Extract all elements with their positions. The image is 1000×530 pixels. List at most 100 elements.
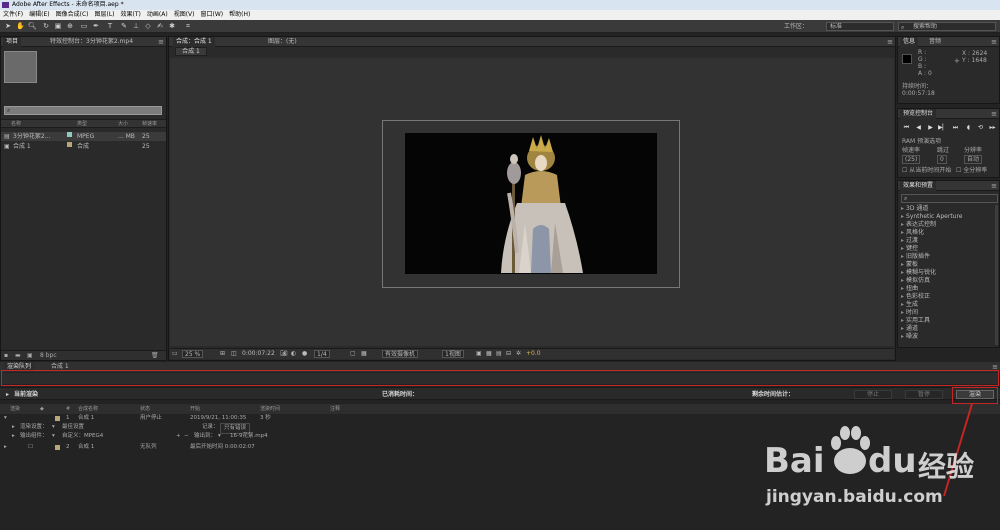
effect-category[interactable]: ▸ 模拟仿真 — [901, 277, 930, 285]
effect-category[interactable]: ▸ 实用工具 — [901, 317, 930, 325]
text-tool-icon[interactable]: T — [106, 22, 114, 30]
effect-category[interactable]: ▸ 模糊与锐化 — [901, 269, 936, 277]
view-layout-select[interactable]: 1视图 — [442, 350, 464, 358]
menu-edit[interactable]: 编辑(E) — [26, 10, 52, 20]
exposure-value[interactable]: +0.0 — [526, 350, 541, 358]
last-frame-icon[interactable]: ⏭ — [951, 124, 960, 132]
transparency-grid-icon[interactable]: ▦ — [361, 350, 367, 358]
timecode-display[interactable]: 0:00:07:22 — [242, 350, 275, 358]
project-search-input[interactable]: ⌕ — [4, 106, 162, 115]
menu-window[interactable]: 窗口(W) — [197, 10, 226, 20]
col-started[interactable]: 开始 — [190, 404, 200, 414]
dropdown-arrow-icon[interactable]: ▾ — [52, 423, 55, 432]
new-folder-icon[interactable]: ▬ — [15, 351, 21, 360]
new-comp-icon[interactable]: ▣ — [27, 351, 33, 360]
effect-category[interactable]: ▸ 表达式控制 — [901, 221, 936, 229]
effects-search-input[interactable]: ⌕ — [901, 194, 998, 203]
pause-button[interactable]: 暂停 — [905, 390, 943, 399]
effect-category[interactable]: ▸ 风格化 — [901, 229, 924, 237]
menu-effect[interactable]: 效果(T) — [118, 10, 144, 20]
bpc-label[interactable]: 8 bpc — [40, 351, 57, 360]
expand-triangle-icon[interactable]: ▸ — [6, 388, 9, 401]
ram-preview-options[interactable]: RAM 预演选项 — [902, 138, 941, 145]
effect-category[interactable]: ▸ 蒙板 — [901, 261, 918, 269]
skip-field[interactable]: 0 — [937, 155, 947, 164]
effect-category[interactable]: ▸ 生成 — [901, 301, 918, 309]
trash-icon[interactable]: 🗑︎ — [151, 351, 159, 360]
expand-triangle-icon[interactable]: ▸ — [12, 432, 15, 441]
col-comment[interactable]: 注释 — [330, 404, 340, 414]
effect-category[interactable]: ▸ 噪波 — [901, 333, 918, 341]
timeline-icon[interactable]: ▤ — [496, 350, 502, 358]
hand-tool-icon[interactable]: ✋ — [16, 22, 25, 30]
tab-info[interactable]: 信息 — [900, 37, 919, 47]
output-to-file[interactable]: 16-9花絮.mp4 — [230, 432, 268, 441]
puppet-tool-icon[interactable]: ✱ — [168, 22, 176, 30]
dropdown-arrow-icon[interactable]: ▾ — [52, 432, 55, 441]
menu-view[interactable]: 视图(V) — [171, 10, 198, 20]
composition-viewer[interactable] — [170, 58, 894, 346]
tab-project[interactable]: 项目 — [3, 37, 22, 47]
remove-output-icon[interactable]: − — [184, 432, 189, 441]
menu-layer[interactable]: 图层(L) — [92, 10, 118, 20]
col-type[interactable]: 类型 — [77, 120, 87, 128]
tab-composition[interactable]: 合成：合成 1 — [173, 37, 215, 47]
region-of-interest-icon[interactable]: ▢ — [350, 350, 356, 358]
menu-file[interactable]: 文件(F) — [0, 10, 26, 20]
zoom-select[interactable]: 25 % — [182, 350, 204, 358]
rotate-tool-icon[interactable]: ↻ — [42, 22, 50, 30]
color-channel-icon[interactable]: ● — [302, 350, 307, 358]
from-current-checkbox[interactable]: ☐ 从当前时间开始 — [902, 167, 951, 174]
col-render[interactable]: 渲染 — [10, 404, 20, 414]
render-item-1[interactable]: ▾ 1 合成 1 用户停止 2019/9/21, 11:00:35 3 秒 — [0, 414, 1000, 423]
col-comp-name[interactable]: 合成名称 — [78, 404, 98, 414]
toggle-pixel-aspect-icon[interactable]: ▣ — [476, 350, 482, 358]
eraser-tool-icon[interactable]: ◇ — [144, 22, 152, 30]
col-fps[interactable]: 帧速率 — [142, 120, 157, 128]
panel-menu-icon[interactable]: ≡ — [991, 109, 997, 119]
col-size[interactable]: 大小 — [118, 120, 128, 128]
render-settings-select[interactable]: 最佳设置 — [62, 423, 84, 432]
effect-category[interactable]: ▸ 色彩校正 — [901, 293, 930, 301]
comp-flowchart-icon[interactable]: ⊟ — [506, 350, 511, 358]
expand-triangle-icon[interactable]: ▸ — [4, 443, 7, 452]
panel-menu-icon[interactable]: ≡ — [991, 37, 997, 47]
effect-category[interactable]: ▸ 3D 通道 — [901, 205, 928, 213]
panel-menu-icon[interactable]: ≡ — [991, 181, 997, 191]
resolution-select[interactable]: 1/4 — [314, 350, 330, 358]
audio-icon[interactable]: ◖ — [964, 124, 973, 132]
camera-select[interactable]: 有效摄像机 — [382, 350, 419, 358]
col-name[interactable]: 名称 — [11, 120, 21, 128]
col-status[interactable]: 状态 — [140, 404, 150, 414]
label-color-swatch[interactable] — [67, 142, 72, 147]
tab-effect-controls[interactable]: 特效控制台：3分钟花絮2.mp4 — [47, 37, 136, 47]
always-preview-icon[interactable]: ▭ — [172, 350, 178, 358]
show-snapshot-icon[interactable]: ◐ — [291, 350, 296, 358]
effect-category[interactable]: ▸ 扭曲 — [901, 285, 918, 293]
snapshot-icon[interactable]: 📷︎ — [280, 350, 288, 358]
tab-preview[interactable]: 预览控制台 — [900, 109, 937, 119]
label-color-swatch[interactable] — [55, 416, 60, 421]
safe-areas-icon[interactable]: ⊞ — [220, 350, 225, 358]
label-color-swatch[interactable] — [67, 132, 72, 137]
tab-layer[interactable]: 图层：(无) — [265, 37, 300, 47]
col-render-time[interactable]: 渲染时间 — [260, 404, 280, 414]
help-search-input[interactable]: ⌕ 搜索帮助 — [898, 22, 996, 31]
brush-tool-icon[interactable]: ✎ — [120, 22, 128, 30]
loop-icon[interactable]: ⟲ — [976, 124, 985, 132]
effects-scrollbar[interactable] — [995, 205, 998, 345]
effect-category[interactable]: ▸ 过渡 — [901, 237, 918, 245]
zoom-tool-icon[interactable]: 🔍︎ — [28, 22, 37, 30]
output-module-select[interactable]: 自定义：MPEG4 — [62, 432, 103, 441]
project-item-footage[interactable]: ▤ 3分钟花絮2... MPEG ... MB 25 — [1, 132, 166, 141]
project-item-comp[interactable]: ▣ 合成 1 合成 25 — [1, 142, 166, 151]
pen-tool-icon[interactable]: ✒ — [92, 22, 100, 30]
workspace-select[interactable]: 标准 — [826, 22, 894, 31]
next-frame-icon[interactable]: ▶▏ — [938, 124, 947, 132]
interpret-footage-icon[interactable]: ▪ — [4, 351, 8, 360]
frame-rate-select[interactable]: (25) — [902, 155, 921, 164]
panel-menu-icon[interactable]: ≡ — [158, 37, 164, 47]
effect-category[interactable]: ▸ Synthetic Aperture — [901, 213, 963, 221]
mask-visibility-icon[interactable]: ◫ — [231, 350, 237, 358]
menu-composition[interactable]: 图像合成(C) — [53, 10, 92, 20]
